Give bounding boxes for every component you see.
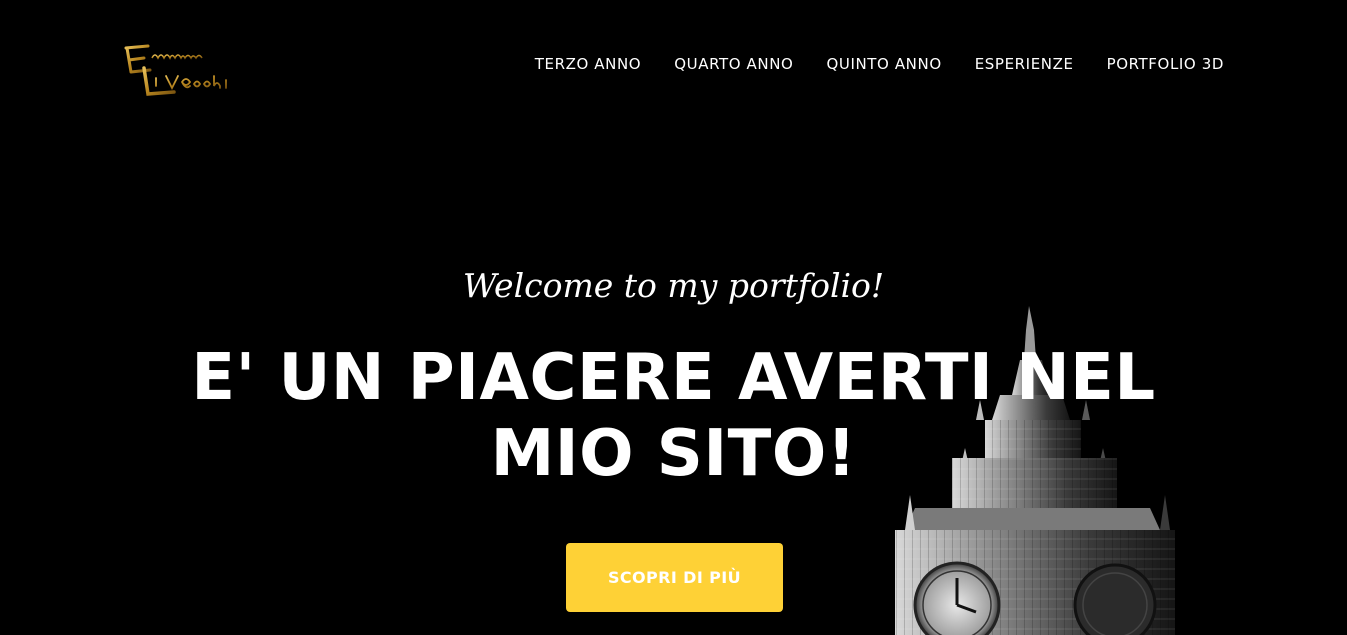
nav-link-terzo-anno[interactable]: TERZO ANNO	[535, 55, 641, 73]
nav-link-esperienze[interactable]: ESPERIENZE	[975, 55, 1074, 73]
nav-item-terzo-anno: TERZO ANNO	[535, 54, 641, 73]
site-logo[interactable]	[122, 42, 250, 100]
nav-menu: TERZO ANNO QUARTO ANNO QUINTO ANNO ESPER…	[535, 54, 1224, 73]
nav-link-quarto-anno[interactable]: QUARTO ANNO	[674, 55, 793, 73]
hero-heading: E' UN PIACERE AVERTI NEL MIO SITO!	[191, 341, 1156, 491]
hero-masthead: Welcome to my portfolio! E' UN PIACERE A…	[0, 262, 1347, 492]
nav-item-quarto-anno: QUARTO ANNO	[674, 54, 793, 73]
main-navbar: TERZO ANNO QUARTO ANNO QUINTO ANNO ESPER…	[0, 0, 1347, 128]
scopri-di-piu-button[interactable]: SCOPRI DI PIÙ	[566, 543, 783, 612]
nav-link-quinto-anno[interactable]: QUINTO ANNO	[826, 55, 941, 73]
nav-item-portfolio-3d: PORTFOLIO 3D	[1107, 54, 1224, 73]
nav-link-portfolio-3d[interactable]: PORTFOLIO 3D	[1107, 55, 1224, 73]
logo-signature-image	[124, 44, 227, 96]
hero-subheading: Welcome to my portfolio!	[462, 266, 885, 305]
nav-item-quinto-anno: QUINTO ANNO	[826, 54, 941, 73]
nav-item-esperienze: ESPERIENZE	[975, 54, 1074, 73]
